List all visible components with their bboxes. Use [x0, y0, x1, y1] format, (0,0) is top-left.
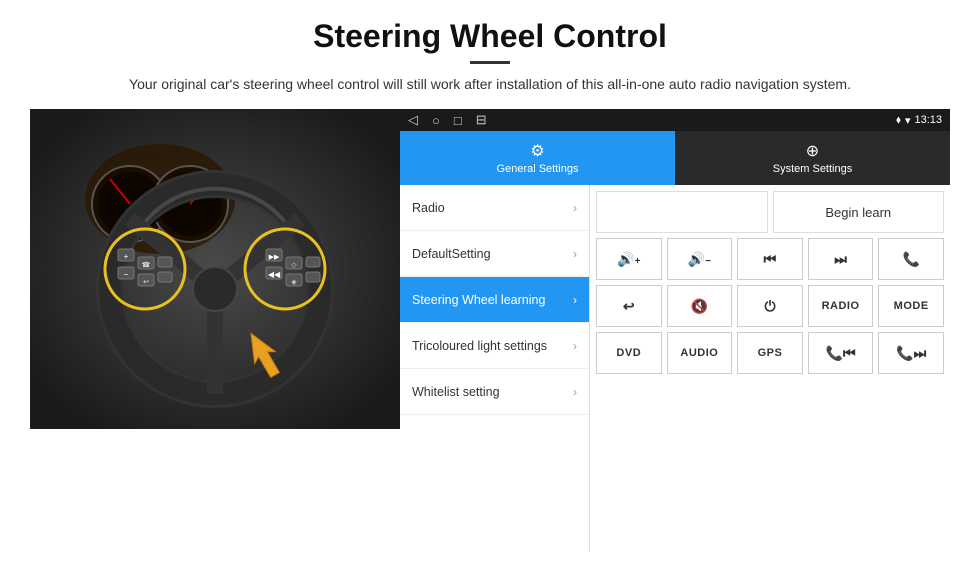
signal-icon: ▾	[905, 114, 911, 127]
prev-track-button[interactable]: ⏮	[737, 238, 803, 280]
nav-icons: ◁ ○ □ ⊟	[408, 112, 487, 128]
status-bar-right: ⬧ ▾ 13:13	[896, 114, 942, 127]
phone-button[interactable]: 📞	[878, 238, 944, 280]
phone-prev-button[interactable]: 📞⏮	[808, 332, 874, 374]
status-bar: ◁ ○ □ ⊟ ⬧ ▾ 13:13	[400, 109, 950, 131]
controls-row-2: ↩ 🔇 ⏻ RADIO MODE	[596, 285, 944, 327]
chevron-icon: ›	[573, 201, 577, 215]
vol-up-icon: 🔊+	[617, 251, 640, 268]
return-icon: ↩	[623, 298, 635, 315]
vol-up-button[interactable]: 🔊+	[596, 238, 662, 280]
chevron-icon: ›	[573, 339, 577, 353]
svg-text:+: +	[124, 252, 129, 261]
gps-button[interactable]: GPS	[737, 332, 803, 374]
svg-text:▶▶: ▶▶	[269, 254, 280, 261]
begin-learn-row: Begin learn	[596, 191, 944, 233]
content-row: + − ☎ ↩ ▶▶ ◀◀ ◇ ◈	[30, 109, 950, 552]
phone-prev-icon: 📞⏮	[826, 345, 856, 362]
controls-panel: Begin learn 🔊+ 🔊− ⏮	[590, 185, 950, 552]
mode-button[interactable]: MODE	[878, 285, 944, 327]
mute-button[interactable]: 🔇	[667, 285, 733, 327]
tab-system-label: System Settings	[773, 163, 852, 175]
general-settings-icon: ⚙	[530, 141, 544, 161]
phone-next-button[interactable]: 📞⏭	[878, 332, 944, 374]
main-content: Radio › DefaultSetting › Steering Wheel …	[400, 185, 950, 552]
vol-down-button[interactable]: 🔊−	[667, 238, 733, 280]
steering-wheel-svg: + − ☎ ↩ ▶▶ ◀◀ ◇ ◈	[30, 109, 400, 429]
dvd-button[interactable]: DVD	[596, 332, 662, 374]
menu-item-tricoloured[interactable]: Tricoloured light settings ›	[400, 323, 589, 369]
svg-text:☎: ☎	[142, 261, 151, 269]
page-title: Steering Wheel Control	[313, 18, 667, 55]
controls-row-1: 🔊+ 🔊− ⏮ ⏭ 📞	[596, 238, 944, 280]
radio-button[interactable]: RADIO	[808, 285, 874, 327]
svg-text:↩: ↩	[143, 279, 149, 286]
controls-row-3: DVD AUDIO GPS 📞⏮ 📞⏭	[596, 332, 944, 374]
vol-down-icon: 🔊−	[688, 251, 711, 268]
menu-item-radio[interactable]: Radio ›	[400, 185, 589, 231]
steering-wheel-image: + − ☎ ↩ ▶▶ ◀◀ ◇ ◈	[30, 109, 400, 429]
power-button[interactable]: ⏻	[737, 285, 803, 327]
menu-item-default-setting[interactable]: DefaultSetting ›	[400, 231, 589, 277]
tab-system[interactable]: ⊕ System Settings	[675, 131, 950, 185]
svg-text:−: −	[124, 270, 129, 279]
device-panel: ◁ ○ □ ⊟ ⬧ ▾ 13:13 ⚙ General Settings	[400, 109, 950, 552]
time-display: 13:13	[914, 114, 942, 126]
page-wrapper: Steering Wheel Control Your original car…	[0, 0, 980, 562]
back-icon[interactable]: ◁	[408, 112, 418, 128]
tab-general-label: General Settings	[497, 163, 579, 175]
phone-icon: 📞	[902, 251, 919, 268]
menu-panel: Radio › DefaultSetting › Steering Wheel …	[400, 185, 590, 552]
top-tabs: ⚙ General Settings ⊕ System Settings	[400, 131, 950, 185]
mute-icon: 🔇	[691, 298, 708, 315]
recents-icon[interactable]: □	[454, 113, 462, 128]
chevron-icon: ›	[573, 385, 577, 399]
home-icon[interactable]: ○	[432, 113, 440, 128]
chevron-icon: ›	[573, 247, 577, 261]
menu-icon[interactable]: ⊟	[476, 112, 487, 128]
empty-box	[596, 191, 768, 233]
return-button[interactable]: ↩	[596, 285, 662, 327]
power-icon: ⏻	[764, 298, 775, 315]
next-track-button[interactable]: ⏭	[808, 238, 874, 280]
prev-icon: ⏮	[764, 251, 777, 268]
begin-learn-button[interactable]: Begin learn	[773, 191, 945, 233]
tab-general[interactable]: ⚙ General Settings	[400, 131, 675, 185]
system-settings-icon: ⊕	[806, 141, 819, 161]
menu-item-steering-wheel[interactable]: Steering Wheel learning ›	[400, 277, 589, 323]
svg-text:◀◀: ◀◀	[268, 270, 281, 279]
chevron-icon: ›	[573, 293, 577, 307]
svg-text:◈: ◈	[291, 279, 297, 286]
svg-text:◇: ◇	[291, 262, 297, 269]
title-divider	[470, 61, 510, 64]
subtitle: Your original car's steering wheel contr…	[129, 74, 851, 95]
location-icon: ⬧	[896, 114, 901, 127]
audio-button[interactable]: AUDIO	[667, 332, 733, 374]
phone-next-icon: 📞⏭	[896, 345, 926, 362]
menu-item-whitelist[interactable]: Whitelist setting ›	[400, 369, 589, 415]
next-icon: ⏭	[834, 251, 847, 268]
